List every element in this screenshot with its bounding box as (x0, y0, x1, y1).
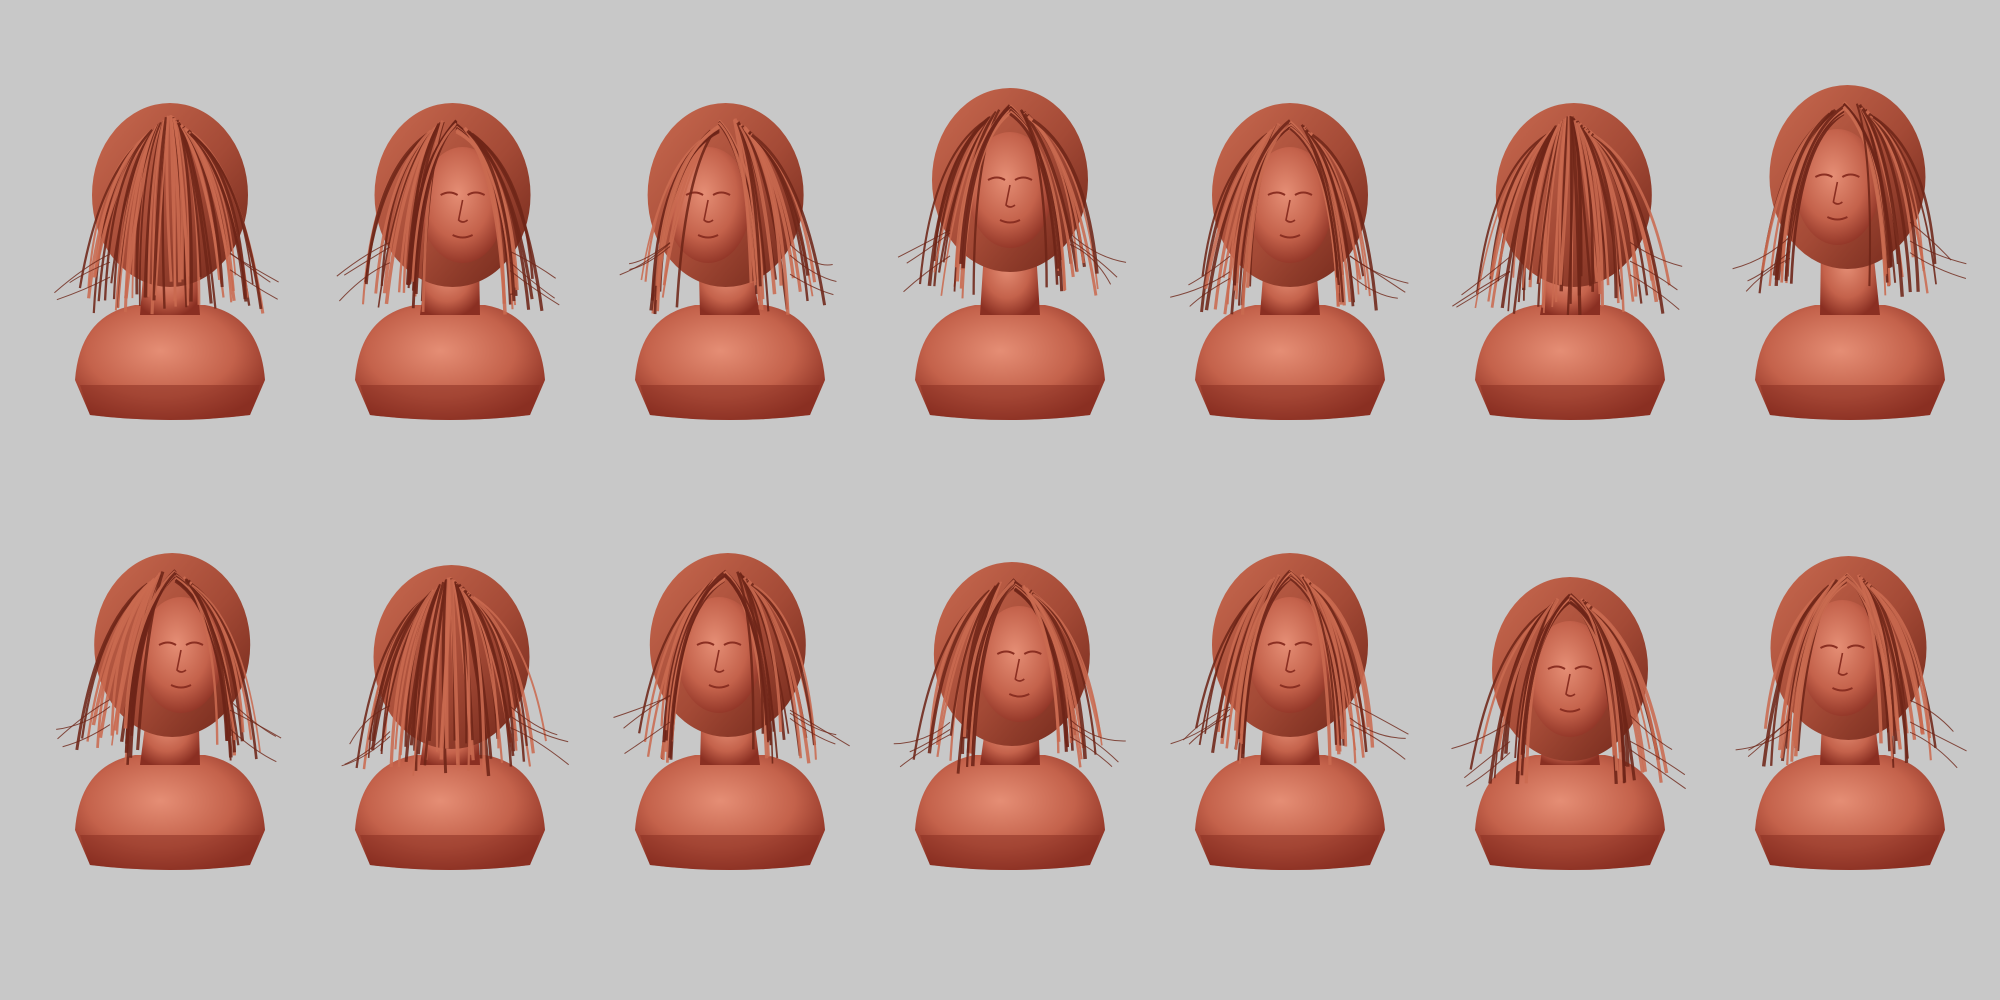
bust-base-cut (640, 385, 820, 420)
bust-svg (1452, 103, 1683, 420)
bust-render-profile-left (600, 80, 860, 440)
bust-render-three-quarter-right-down (880, 530, 1140, 890)
bust-render-three-quarter-left (1720, 530, 1980, 890)
bust-base-cut (1480, 385, 1660, 420)
bust-svg (619, 103, 837, 420)
render-canvas (0, 0, 2000, 1000)
bust-render-low-front (880, 80, 1140, 440)
bust-svg (1170, 103, 1409, 420)
bust-base-cut (360, 835, 540, 870)
bust-svg (336, 103, 560, 420)
bust-base-cut (920, 835, 1100, 870)
bust-svg (613, 553, 850, 870)
bust-base-cut (1760, 385, 1940, 420)
bust-render-front (1160, 80, 1420, 440)
bust-base-cut (1200, 835, 1380, 870)
bust-base-cut (1480, 835, 1660, 870)
bust-render-profile-right-back (1440, 80, 1700, 440)
bust-base-cut (80, 835, 260, 870)
bust-svg (893, 562, 1126, 870)
bust-render-three-quarter-left (600, 530, 860, 890)
bust-svg (897, 88, 1127, 420)
bust-base-cut (920, 385, 1100, 420)
bust-svg (1735, 556, 1967, 870)
bust-svg (54, 103, 279, 420)
bust-svg (1451, 577, 1686, 870)
bust-render-back (40, 80, 300, 440)
bust-render-top-down (1440, 530, 1700, 890)
bust-svg (341, 565, 570, 870)
bust-render-front (1160, 530, 1420, 890)
bust-base-cut (1760, 835, 1940, 870)
bust-svg (56, 553, 282, 870)
bust-svg (1170, 553, 1409, 870)
bust-base-cut (360, 385, 540, 420)
bust-svg (1732, 85, 1967, 420)
bust-base-cut (640, 835, 820, 870)
bust-base-cut (80, 385, 260, 420)
bust-render-back-high (320, 530, 580, 890)
bust-render-three-quarter-right (40, 530, 300, 890)
bust-base-cut (1200, 385, 1380, 420)
bust-render-tilted-left (1720, 80, 1980, 440)
bust-render-three-quarter-right (320, 80, 580, 440)
